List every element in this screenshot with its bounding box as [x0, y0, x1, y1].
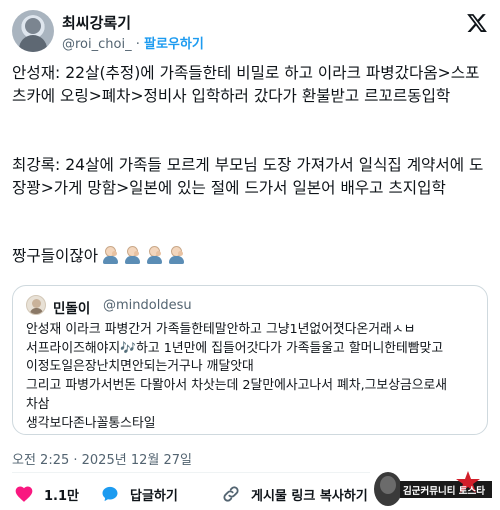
quoted-tweet[interactable]: 민돌이 @mindoldesu 안성재 이라크 파병간거 가족들한테말안하고 그… [12, 285, 488, 435]
quote-line: 차삼 [26, 396, 50, 412]
quote-line: 그리고 파병가서번돈 다뫌아서 차삿는데 2달만에사고나서 폐차,그보상금으로새 [26, 378, 448, 394]
follow-button[interactable]: 팔로우하기 [144, 37, 204, 52]
watermark-text: 김군커뮤니티 토스타 [403, 485, 485, 497]
copy-link-button[interactable]: 게시물 링크 복사하기 [221, 484, 368, 504]
tweet-paragraph-3: 짱구들이잖아 [12, 245, 488, 268]
tweet-paragraph-1: 안성재: 22살(추정)에 가족들한테 비밀로 하고 이라크 파병갔다옴>스포츠… [12, 64, 480, 105]
user-avatar[interactable] [12, 10, 54, 52]
avatar-head [25, 18, 41, 34]
user-handle[interactable]: @roi_choi_ [62, 37, 132, 52]
quote-display-name: 민돌이 [53, 301, 91, 317]
user-meta: @roi_choi_ · 팔로우하기 [62, 33, 204, 52]
like-count: 1.1만 [44, 488, 79, 504]
link-icon [223, 486, 239, 502]
meta-separator: · [135, 37, 140, 52]
quote-line: 이정도일은장난치면안되는거구나 깨달앗대 [26, 359, 254, 375]
quote-line: 안성재 이라크 파병간거 가족들한테말안하고 그냥1년없어졋다온거래ㅅㅂ [26, 322, 416, 337]
reply-bubble-icon [102, 486, 118, 502]
quote-line: 서프라이즈해야지🎶하고 1년만에 집들어갓다가 가족들울고 할머니한테빰맞고 [26, 340, 444, 356]
tweet-timestamp[interactable]: 오전 2:25 · 2025년 12월 27일 [12, 449, 192, 468]
quote-text: 안성재 이라크 파병간거 가족들한테말안하고 그냥1년없어졋다온거래ㅅㅂ 서프라… [26, 321, 481, 433]
reply-label: 답글하기 [130, 488, 178, 504]
quote-line: 생각보다존나꼴통스타일 [26, 415, 156, 431]
avatar-body [19, 35, 47, 52]
facepalm-emoji-icon [123, 245, 142, 264]
quote-handle: @mindoldesu [103, 298, 192, 313]
user-display-name[interactable]: 최씨강록기 [62, 12, 131, 33]
facepalm-emoji-icon [101, 245, 120, 264]
heart-icon [15, 486, 33, 502]
tweet-text: 안성재: 22살(추정)에 가족들한테 비밀로 하고 이라크 파병갔다옴>스포츠… [12, 62, 488, 265]
site-watermark-logo: 김군커뮤니티 토스타 [370, 465, 498, 509]
reply-button[interactable]: 답글하기 [100, 484, 178, 504]
quote-avatar [26, 295, 46, 315]
tweet-paragraph-2: 최강록: 24살에 가족들 모르게 부모님 도장 가져가서 일식집 계약서에 도… [12, 156, 484, 197]
like-button[interactable]: 1.1만 [14, 484, 79, 504]
x-logo-icon[interactable] [466, 12, 488, 34]
copy-link-label: 게시물 링크 복사하기 [251, 488, 368, 504]
tweet-paragraph-3-text: 짱구들이잖아 [12, 247, 99, 265]
facepalm-emoji-icon [145, 245, 164, 264]
tweet-card: 최씨강록기 @roi_choi_ · 팔로우하기 안성재: 22살(추정)에 가… [0, 0, 500, 510]
facepalm-emoji-icon [167, 245, 186, 264]
